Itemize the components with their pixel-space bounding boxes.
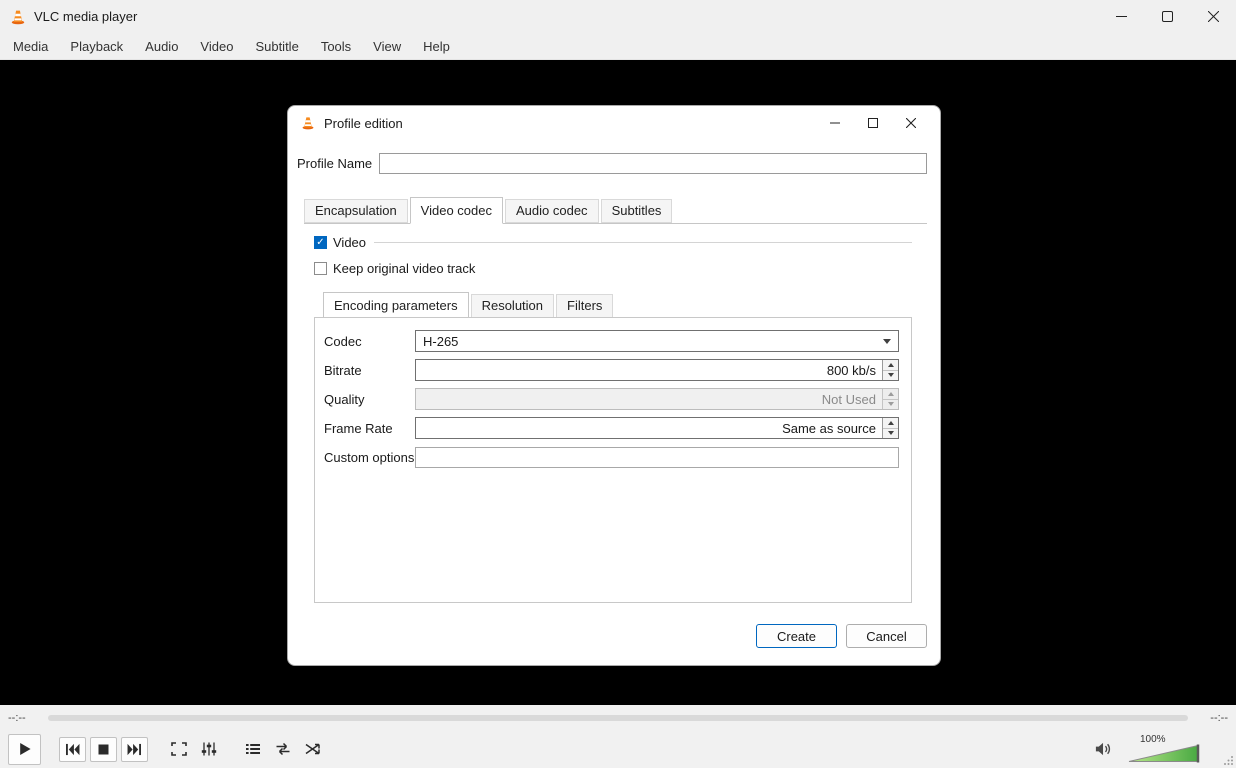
- vlc-cone-icon: [10, 9, 26, 25]
- play-button[interactable]: [8, 734, 41, 765]
- codec-label: Codec: [324, 334, 415, 349]
- profile-name-input[interactable]: [379, 153, 927, 174]
- codec-value: H-265: [423, 334, 458, 349]
- menu-video[interactable]: Video: [189, 35, 244, 58]
- menu-audio[interactable]: Audio: [134, 35, 189, 58]
- create-button[interactable]: Create: [756, 624, 837, 648]
- quality-label: Quality: [324, 392, 415, 407]
- minimize-icon[interactable]: [1098, 0, 1144, 33]
- main-titlebar: VLC media player: [0, 0, 1236, 33]
- keep-original-video-label: Keep original video track: [333, 261, 475, 276]
- menu-subtitle[interactable]: Subtitle: [244, 35, 309, 58]
- groupbox-divider: [374, 242, 912, 243]
- loop-button[interactable]: [270, 737, 296, 762]
- mute-speaker-icon[interactable]: [1090, 737, 1116, 762]
- menu-media[interactable]: Media: [2, 35, 59, 58]
- tab-encapsulation[interactable]: Encapsulation: [304, 199, 408, 223]
- bitrate-value: 800 kb/s: [416, 360, 882, 380]
- frame-rate-label: Frame Rate: [324, 421, 415, 436]
- volume-slider[interactable]: 100%: [1128, 734, 1204, 764]
- quality-value: Not Used: [416, 389, 882, 409]
- playlist-button[interactable]: [240, 737, 266, 762]
- shuffle-button[interactable]: [300, 737, 326, 762]
- dialog-close-icon[interactable]: [892, 108, 930, 138]
- tab-video-codec[interactable]: Video codec: [410, 197, 503, 224]
- bitrate-label: Bitrate: [324, 363, 415, 378]
- frame-rate-spinbox[interactable]: Same as source: [415, 417, 899, 439]
- spin-down-icon: [883, 400, 898, 410]
- extended-settings-button[interactable]: [196, 737, 222, 762]
- remaining-time: --:--: [1198, 712, 1228, 724]
- profile-edition-dialog: Profile edition Profile Name Encapsulati…: [287, 105, 941, 666]
- encoding-subtabbar: Encoding parameters Resolution Filters: [323, 291, 912, 318]
- maximize-icon[interactable]: [1144, 0, 1190, 33]
- custom-options-input[interactable]: [415, 447, 899, 468]
- quality-spin-buttons: [882, 389, 898, 409]
- spin-down-icon[interactable]: [883, 429, 898, 439]
- frame-rate-spin-buttons[interactable]: [882, 418, 898, 438]
- tab-audio-codec[interactable]: Audio codec: [505, 199, 599, 223]
- codec-tabbar: Encapsulation Video codec Audio codec Su…: [304, 196, 927, 224]
- menu-playback[interactable]: Playback: [59, 35, 134, 58]
- frame-rate-value: Same as source: [416, 418, 882, 438]
- spin-up-icon[interactable]: [883, 418, 898, 429]
- custom-options-label: Custom options: [324, 450, 415, 465]
- encoding-parameters-pane: Codec H-265 Bitrate 800 kb/s Quality Not…: [314, 317, 912, 603]
- previous-button[interactable]: [59, 737, 86, 762]
- menu-help[interactable]: Help: [412, 35, 461, 58]
- spin-up-icon: [883, 389, 898, 400]
- window-title: VLC media player: [34, 9, 137, 24]
- cancel-button[interactable]: Cancel: [846, 624, 927, 648]
- bitrate-spinbox[interactable]: 800 kb/s: [415, 359, 899, 381]
- vlc-cone-icon: [301, 116, 315, 130]
- profile-name-label: Profile Name: [297, 156, 372, 171]
- subtab-encoding-parameters[interactable]: Encoding parameters: [323, 292, 469, 319]
- fullscreen-button[interactable]: [166, 737, 192, 762]
- next-button[interactable]: [121, 737, 148, 762]
- keep-original-video-checkbox[interactable]: [314, 262, 327, 275]
- dialog-title: Profile edition: [324, 116, 403, 131]
- close-icon[interactable]: [1190, 0, 1236, 33]
- resize-grip[interactable]: [1223, 755, 1234, 766]
- dialog-titlebar: Profile edition: [288, 106, 940, 140]
- spin-up-icon[interactable]: [883, 360, 898, 371]
- menubar: Media Playback Audio Video Subtitle Tool…: [0, 33, 1236, 60]
- quality-spinbox: Not Used: [415, 388, 899, 410]
- video-checkbox[interactable]: ✓: [314, 236, 327, 249]
- dialog-minimize-icon[interactable]: [816, 108, 854, 138]
- seek-slider[interactable]: [48, 715, 1188, 721]
- elapsed-time: --:--: [8, 712, 38, 724]
- subtab-resolution[interactable]: Resolution: [471, 294, 554, 318]
- codec-dropdown[interactable]: H-265: [415, 330, 899, 352]
- menu-tools[interactable]: Tools: [310, 35, 362, 58]
- menu-view[interactable]: View: [362, 35, 412, 58]
- dialog-maximize-icon[interactable]: [854, 108, 892, 138]
- chevron-down-icon: [883, 339, 891, 344]
- tab-subtitles[interactable]: Subtitles: [601, 199, 673, 223]
- player-controls-panel: --:-- --:--: [0, 705, 1236, 768]
- bitrate-spin-buttons[interactable]: [882, 360, 898, 380]
- video-checkbox-label: Video: [333, 235, 366, 250]
- spin-down-icon[interactable]: [883, 371, 898, 381]
- stop-button[interactable]: [90, 737, 117, 762]
- subtab-filters[interactable]: Filters: [556, 294, 613, 318]
